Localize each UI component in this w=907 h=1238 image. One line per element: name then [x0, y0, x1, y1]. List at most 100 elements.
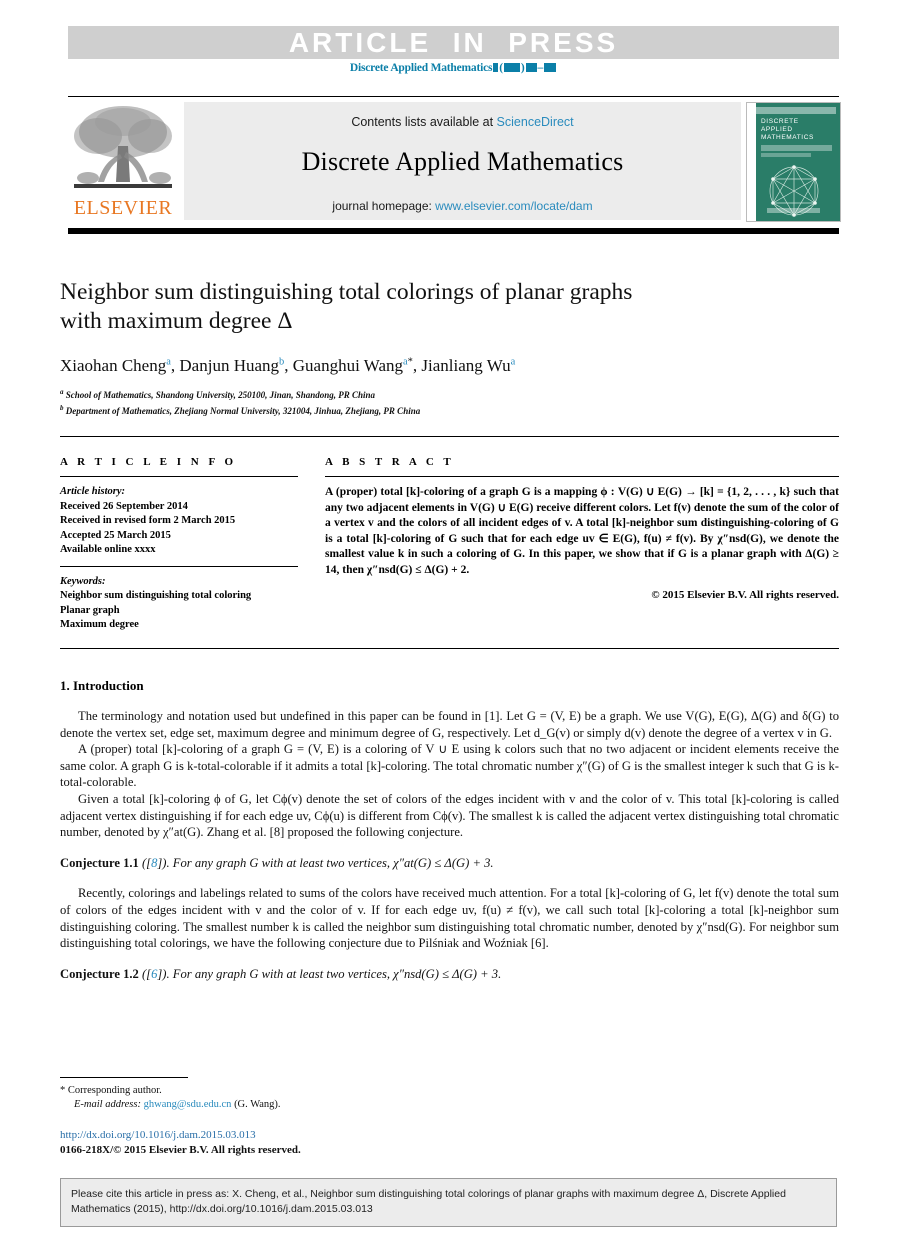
citation-link[interactable]: 8 — [151, 856, 157, 870]
conjecture-label: Conjecture 1.2 — [60, 966, 139, 981]
issue-placeholder-block — [503, 63, 520, 72]
paragraph: A (proper) total [k]-coloring of a graph… — [60, 742, 839, 790]
issn-copyright-line: 0166-218X/© 2015 Elsevier B.V. All right… — [60, 1143, 301, 1156]
elsevier-tree-icon — [74, 106, 172, 188]
corresponding-author-note: * Corresponding author. — [60, 1084, 560, 1098]
conjecture-statement: For any graph G with at least two vertic… — [172, 966, 502, 981]
masthead-bottom-rule — [68, 228, 839, 234]
journal-reference-line: Discrete Applied Mathematics() – — [68, 62, 839, 74]
affiliation-item: a School of Mathematics, Shandong Univer… — [60, 386, 750, 402]
paper-title-line-2: with maximum degree Δ — [60, 308, 293, 334]
cover-title-line-3: MATHEMATICS — [761, 134, 814, 141]
abstract-divider — [325, 476, 839, 477]
footnote-rule — [60, 1077, 188, 1078]
keywords-divider — [60, 565, 298, 567]
article-info-section: A R T I C L E I N F O Article history: R… — [60, 456, 298, 633]
abstract-copyright: © 2015 Elsevier B.V. All rights reserved… — [651, 588, 839, 601]
corresponding-author-text: Corresponding author. — [67, 1085, 162, 1096]
footnote-block: * Corresponding author. E-mail address: … — [60, 1084, 560, 1112]
email-link[interactable]: ghwang@sdu.edu.cn — [144, 1099, 232, 1110]
affiliation-text: Department of Mathematics, Zhejiang Norm… — [65, 406, 421, 416]
volume-placeholder-block — [493, 63, 499, 72]
keyword-item: Maximum degree — [60, 619, 139, 630]
article-history-block: Article history: Received 26 September 2… — [60, 485, 298, 558]
sciencedirect-link[interactable]: ScienceDirect — [497, 115, 574, 129]
cover-subtitle-bar-2 — [761, 153, 811, 157]
journal-homepage-link[interactable]: www.elsevier.com/locate/dam — [435, 199, 592, 213]
author-affiliation-mark: b — [279, 356, 285, 368]
conjecture-1-2: Conjecture 1.2 ([6]). For any graph G wi… — [60, 966, 839, 983]
paragraph: Recently, colorings and labelings relate… — [60, 886, 839, 951]
keyword-item: Planar graph — [60, 604, 120, 616]
journal-title: Discrete Applied Mathematics — [301, 147, 624, 176]
cover-title-text: DISCRETE APPLIED MATHEMATICS — [761, 118, 814, 142]
elsevier-logo: ELSEVIER — [68, 102, 178, 222]
paper-title-line-1: Neighbor sum distinguishing total colori… — [60, 279, 633, 305]
section-heading-introduction: 1. Introduction — [60, 678, 144, 693]
cover-spine — [747, 103, 756, 221]
keyword-item: Neighbor sum distinguishing total colori… — [60, 590, 252, 601]
citation-link[interactable]: 6 — [151, 967, 157, 981]
affiliation-mark: a — [60, 388, 64, 396]
author-affiliation-mark: a — [166, 356, 171, 368]
contents-available-prefix: Contents lists available at — [351, 115, 497, 129]
paper-page: ARTICLE IN PRESS Discrete Applied Mathem… — [0, 0, 907, 1238]
article-in-press-label: ARTICLE IN PRESS — [288, 26, 619, 58]
journal-cover-thumbnail: DISCRETE APPLIED MATHEMATICS — [746, 102, 841, 222]
abstract-bottom-rule — [60, 648, 839, 649]
conjecture-label: Conjecture 1.1 — [60, 855, 139, 870]
abstract-text: A (proper) total [k]-coloring of a graph… — [325, 486, 839, 576]
affiliation-text: School of Mathematics, Shandong Universi… — [65, 390, 375, 400]
cover-top-bar — [751, 107, 836, 114]
article-history-item: Available online xxxx — [60, 544, 156, 555]
journal-reference-title: Discrete Applied Mathematics — [349, 62, 493, 74]
author-name[interactable]: Guanghui Wang — [293, 356, 403, 375]
email-address-label: E-mail address: — [74, 1099, 141, 1110]
cite-this-article-text: Please cite this article in press as: X.… — [71, 1188, 786, 1215]
cover-title-line-2: APPLIED — [761, 126, 793, 133]
abstract-section: A B S T R A C T A (proper) total [k]-col… — [325, 456, 839, 601]
author-list: Xiaohan Chenga, Danjun Huangb, Guanghui … — [60, 356, 516, 375]
conjecture-reference: ([8]). — [141, 855, 170, 870]
elsevier-wordmark: ELSEVIER — [73, 197, 173, 219]
masthead-top-rule — [68, 96, 839, 97]
doi-link[interactable]: http://dx.doi.org/10.1016/j.dam.2015.03.… — [60, 1129, 256, 1141]
article-body: 1. Introduction The terminology and nota… — [60, 678, 839, 996]
cover-title-line-1: DISCRETE — [761, 118, 799, 125]
email-owner: (G. Wang). — [234, 1099, 281, 1110]
corresponding-author-asterisk: * — [60, 1085, 66, 1096]
page-end-placeholder-block — [544, 63, 557, 72]
journal-masthead: ELSEVIER Contents lists available at Sci… — [68, 100, 841, 222]
article-history-item: Accepted 25 March 2015 — [60, 529, 171, 541]
journal-homepage-prefix: journal homepage: — [332, 199, 436, 213]
affiliation-item: b Department of Mathematics, Zhejiang No… — [60, 402, 750, 418]
email-note: E-mail address: ghwang@sdu.edu.cn (G. Wa… — [60, 1098, 560, 1112]
article-history-item: Received in revised form 2 March 2015 — [60, 515, 236, 526]
keywords-block: Keywords: Neighbor sum distinguishing to… — [60, 575, 298, 633]
page-start-placeholder-block — [525, 63, 537, 72]
paragraph: Given a total [k]-coloring ϕ of G, let C… — [60, 791, 839, 840]
title-block: Neighbor sum distinguishing total colori… — [60, 278, 750, 418]
author-affiliation-mark: a — [510, 356, 516, 368]
author-name[interactable]: Jianliang Wu — [421, 356, 510, 375]
article-info-divider — [60, 476, 298, 477]
conjecture-reference: ([6]). — [141, 966, 170, 981]
affiliation-mark: b — [60, 404, 64, 412]
journal-homepage-line: journal homepage: www.elsevier.com/locat… — [184, 199, 741, 213]
cover-subtitle-bar — [761, 145, 832, 151]
cover-bottom-bar — [767, 208, 820, 213]
journal-cover-art: DISCRETE APPLIED MATHEMATICS — [747, 103, 840, 221]
contents-available-line: Contents lists available at ScienceDirec… — [184, 115, 741, 129]
paragraph: The terminology and notation used but un… — [60, 709, 839, 740]
author-name[interactable]: Danjun Huang — [179, 356, 279, 375]
title-section-rule — [60, 436, 839, 437]
cite-this-article-box: Please cite this article in press as: X.… — [60, 1178, 837, 1227]
author-name[interactable]: Xiaohan Cheng — [60, 356, 166, 375]
conjecture-1-1: Conjecture 1.1 ([8]). For any graph G wi… — [60, 855, 839, 872]
article-history-item: Received 26 September 2014 — [60, 500, 188, 512]
abstract-heading: A B S T R A C T — [325, 456, 455, 468]
affiliation-list: a School of Mathematics, Shandong Univer… — [60, 386, 750, 418]
doi-block: http://dx.doi.org/10.1016/j.dam.2015.03.… — [60, 1128, 301, 1157]
keywords-label: Keywords: — [60, 575, 106, 587]
corresponding-author-mark: * — [407, 356, 413, 368]
